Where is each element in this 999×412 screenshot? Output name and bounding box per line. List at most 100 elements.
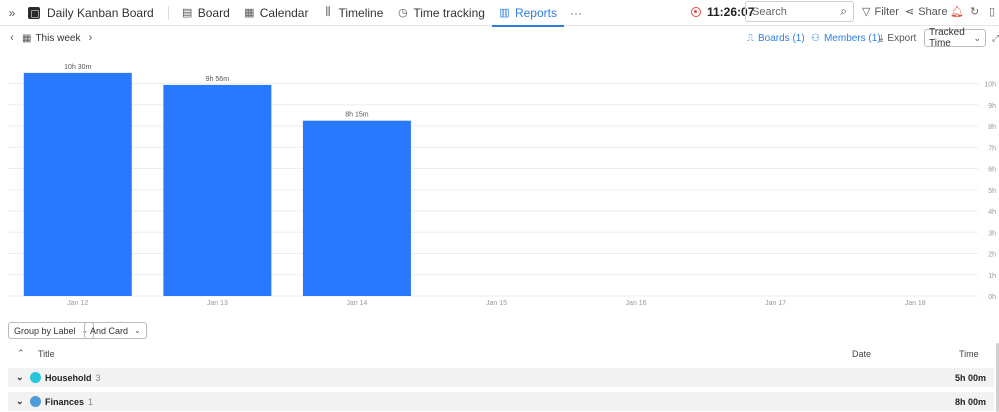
x-tick-label: Jan 13 xyxy=(207,300,228,307)
members-filter-button[interactable]: ⚇ Members (1) xyxy=(811,33,881,44)
filter-button[interactable]: ▽ Filter xyxy=(862,5,899,19)
chart-grid xyxy=(8,83,978,297)
calendar-small-icon: ▦ xyxy=(22,32,32,44)
board-logo-icon xyxy=(28,6,40,19)
tab-reports-label: Reports xyxy=(514,5,557,20)
x-tick-label: Jan 18 xyxy=(905,300,926,307)
and-card-select[interactable]: And Card ⌄ xyxy=(84,322,147,339)
divider xyxy=(167,5,169,20)
row-count: 1 xyxy=(88,396,94,407)
y-tick-label: 2h xyxy=(988,252,996,259)
y-tick-label: 0h xyxy=(988,294,996,301)
bar-chart-icon: ▥ xyxy=(499,7,510,19)
chevron-down-icon: ⌄ xyxy=(973,32,981,43)
tab-board-label: Board xyxy=(197,5,230,20)
metric-select[interactable]: Tracked Time ⌄ xyxy=(924,27,986,49)
y-tick-label: 4h xyxy=(988,209,996,216)
y-tick-label: 3h xyxy=(988,230,996,237)
calendar-icon: ▦ xyxy=(244,7,255,19)
y-tick-label: 6h xyxy=(988,167,996,174)
tab-calendar-label: Calendar xyxy=(259,5,309,20)
row-time: 5h 00m xyxy=(954,372,986,383)
label-color-dot xyxy=(30,372,41,383)
export-label: Export xyxy=(887,33,917,44)
clock-icon: ◷ xyxy=(398,7,408,19)
filter-label: Filter xyxy=(874,5,899,18)
bar-data-label: 9h 56m xyxy=(206,76,230,83)
timeline-icon: ⫼ xyxy=(325,6,331,18)
x-tick-label: Jan 15 xyxy=(486,300,507,307)
chart-bar xyxy=(23,72,132,296)
week-label: This week xyxy=(35,32,81,44)
tab-reports[interactable]: ▥ Reports xyxy=(491,0,565,27)
members-label: Members (1) xyxy=(823,33,881,44)
export-button[interactable]: ⤓ Export xyxy=(879,33,916,44)
chart-bar xyxy=(302,120,411,296)
table-row[interactable]: ⌄ Finances 1 8h 00m xyxy=(8,392,994,411)
label-color-dot xyxy=(30,396,41,407)
y-tick-label: 1h xyxy=(988,273,996,280)
share-label: Share xyxy=(918,5,948,18)
tab-calendar[interactable]: ▦ Calendar xyxy=(237,0,316,26)
share-button[interactable]: ⋖ Share xyxy=(905,5,948,19)
tab-time-tracking[interactable]: ◷ Time tracking xyxy=(390,0,492,26)
chart-bars xyxy=(23,72,411,296)
tab-timeline[interactable]: ⫼ Timeline xyxy=(315,0,390,26)
column-header-time[interactable]: Time xyxy=(959,349,979,359)
next-week-icon[interactable]: › xyxy=(84,32,96,44)
tab-board[interactable]: ▤ Board xyxy=(175,0,237,26)
y-tick-label: 5h xyxy=(988,188,996,195)
x-tick-label: Jan 14 xyxy=(346,300,367,307)
group-by-label-select[interactable]: Group by Label ⌄ xyxy=(8,322,95,339)
x-tick-label: Jan 16 xyxy=(626,300,647,307)
search-box[interactable]: ⌕ xyxy=(745,1,854,22)
row-time: 8h 00m xyxy=(954,396,986,407)
bar-data-label: 10h 30m xyxy=(64,64,91,71)
search-input[interactable] xyxy=(752,5,832,18)
board-icon: ▤ xyxy=(182,7,193,19)
y-tick-label: 7h xyxy=(988,145,996,152)
bar-data-label: 8h 15m xyxy=(345,112,369,119)
group-by-label: Group by Label xyxy=(14,325,76,336)
chevron-down-icon[interactable]: ⌄ xyxy=(16,372,30,383)
week-picker[interactable]: ▦ This week xyxy=(22,33,80,44)
tab-timeline-label: Timeline xyxy=(338,5,384,20)
table-row[interactable]: ⌄ Household 3 5h 00m xyxy=(8,368,994,387)
export-icon: ⤓ xyxy=(879,33,884,44)
search-icon[interactable]: ⌕ xyxy=(840,4,847,19)
refresh-icon[interactable]: ↻ xyxy=(970,5,979,18)
metric-select-value: Tracked Time xyxy=(929,27,965,49)
x-tick-label: Jan 12 xyxy=(67,300,88,307)
chart-x-axis: Jan 12 Jan 13 Jan 14 Jan 15 Jan 16 Jan 17 Jan … xyxy=(67,300,926,307)
boards-label: Boards (1) xyxy=(758,33,805,44)
row-label-name: Household xyxy=(45,372,92,383)
tracked-time-bar-chart: 10h 30m9h 56m8h 15m Jan 12 Jan 13 Jan 14 Ja… xyxy=(8,64,996,307)
more-tabs-icon[interactable]: ··· xyxy=(564,6,588,20)
row-label-name: Finances xyxy=(45,396,85,407)
collapse-sidebar-icon[interactable]: » xyxy=(0,6,24,20)
y-tick-label: 10h xyxy=(984,82,996,89)
share-icon: ⋖ xyxy=(905,6,915,18)
board-title[interactable]: Daily Kanban Board xyxy=(47,6,154,20)
chart-y-axis: 0h 1h 2h 3h 4h 5h 6h 7h 8h 9h 10h xyxy=(984,82,996,302)
boards-icon: ⎍ xyxy=(747,33,754,44)
boards-filter-button[interactable]: ⎍ Boards (1) xyxy=(747,33,805,44)
chart-bar xyxy=(163,84,272,296)
column-header-date[interactable]: Date xyxy=(852,349,871,359)
x-tick-label: Jan 17 xyxy=(765,300,786,307)
previous-week-icon[interactable]: ‹ xyxy=(6,32,18,44)
y-tick-label: 9h xyxy=(988,103,996,110)
record-icon[interactable] xyxy=(691,7,701,17)
column-header-title[interactable]: Title xyxy=(38,349,55,359)
filter-icon: ▽ xyxy=(862,6,871,18)
collapse-all-icon[interactable]: ⌃ xyxy=(17,348,25,359)
and-card-label: And Card xyxy=(90,325,129,336)
tab-time-tracking-label: Time tracking xyxy=(413,5,485,20)
chevron-down-icon: ⌄ xyxy=(134,326,141,335)
row-count: 3 xyxy=(95,372,101,383)
notification-bell-icon[interactable]: 🔔︎ xyxy=(950,5,964,18)
chevron-down-icon[interactable]: ⌄ xyxy=(16,396,30,407)
expand-icon[interactable]: ⤢ xyxy=(992,33,999,44)
panel-toggle-icon[interactable]: ▯ xyxy=(989,5,995,18)
y-tick-label: 8h xyxy=(988,124,996,131)
